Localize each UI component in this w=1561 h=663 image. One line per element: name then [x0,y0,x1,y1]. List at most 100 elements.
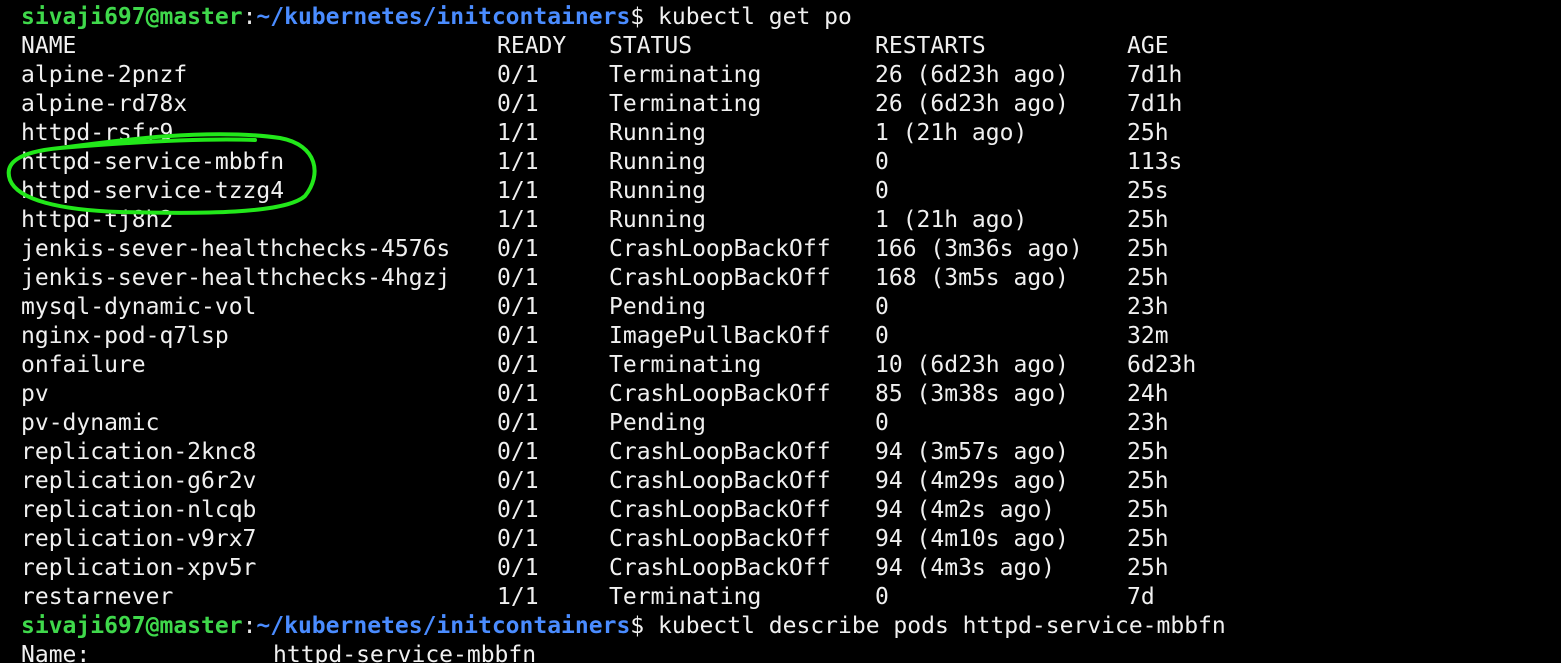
cell-age: 32m [1127,323,1169,349]
cell-status: Pending [609,294,706,320]
cell-restarts: 26 (6d23h ago) [875,62,1069,88]
cell-ready: 0/1 [497,410,539,436]
cell-status: Running [609,120,706,146]
table-row: httpd-service-mbbfn 1/1 Running 0 113s [0,148,1561,177]
cell-status: CrashLoopBackOff [609,265,831,291]
cell-age: 24h [1127,381,1169,407]
cell-age: 25h [1127,207,1169,233]
cell-restarts: 0 [875,323,889,349]
cell-restarts: 0 [875,178,889,204]
prompt-separator: : [242,613,257,639]
cell-status: Terminating [609,91,762,117]
prompt-user-host: sivaji697@master [21,613,243,639]
table-row: replication-nlcqb 0/1 CrashLoopBackOff 94 (… [0,496,1561,525]
cell-name: replication-xpv5r [21,555,257,581]
cell-age: 23h [1127,410,1169,436]
cell-status: Terminating [609,352,762,378]
cell-ready: 0/1 [497,236,539,262]
cell-name: mysql-dynamic-vol [21,294,257,320]
cell-name: jenkis-sever-healthchecks-4hgzj [21,265,451,291]
table-row: replication-g6r2v 0/1 CrashLoopBackOff 94 (… [0,467,1561,496]
cell-age: 7d1h [1127,62,1183,88]
table-row: alpine-2pnzf 0/1 Terminating 26 (6d23h ago)… [0,61,1561,90]
command-text: kubectl get po [658,4,852,30]
cell-age: 23h [1127,294,1169,320]
prompt-user-host: sivaji697@master [21,4,243,30]
cell-name: restarnever [21,584,174,610]
cell-age: 25s [1127,178,1169,204]
cell-restarts: 94 (4m29s ago) [875,468,1069,494]
cell-restarts: 166 (3m36s ago) [875,236,1083,262]
cell-status: Terminating [609,62,762,88]
cell-name: pv [21,381,49,407]
cell-restarts: 85 (3m38s ago) [875,381,1069,407]
cell-ready: 1/1 [497,149,539,175]
cell-age: 7d1h [1127,91,1183,117]
cell-status: Running [609,178,706,204]
describe-output-line: Name: httpd-service-mbbfn [0,641,1561,663]
cell-restarts: 0 [875,149,889,175]
cell-age: 25h [1127,120,1169,146]
table-row: replication-xpv5r 0/1 CrashLoopBackOff 94 (… [0,554,1561,583]
cell-status: ImagePullBackOff [609,323,831,349]
cell-ready: 0/1 [497,62,539,88]
cell-status: Running [609,207,706,233]
cell-ready: 0/1 [497,352,539,378]
cell-status: CrashLoopBackOff [609,497,831,523]
table-row: replication-v9rx7 0/1 CrashLoopBackOff 94 (… [0,525,1561,554]
command-text: kubectl describe pods httpd-service-mbbf… [658,613,1226,639]
cell-name: replication-g6r2v [21,468,257,494]
cell-ready: 0/1 [497,91,539,117]
prompt-line-1: sivaji697@master:~/kubernetes/initcontai… [21,3,852,32]
cell-status: Running [609,149,706,175]
cell-ready: 0/1 [497,555,539,581]
cell-ready: 1/1 [497,120,539,146]
cell-name: httpd-service-mbbfn [21,149,285,175]
cell-age: 6d23h [1127,352,1197,378]
table-row: pv-dynamic 0/1 Pending 0 23h [0,409,1561,438]
describe-value: httpd-service-mbbfn [273,642,537,663]
cell-ready: 0/1 [497,497,539,523]
cell-name: replication-v9rx7 [21,526,257,552]
cell-ready: 0/1 [497,468,539,494]
cell-status: Pending [609,410,706,436]
table-row: jenkis-sever-healthchecks-4576s 0/1 CrashL… [0,235,1561,264]
cell-age: 113s [1127,149,1183,175]
table-row: replication-2knc8 0/1 CrashLoopBackOff 94 (… [0,438,1561,467]
table-row: httpd-service-tzzg4 1/1 Running 0 25s [0,177,1561,206]
cell-restarts: 0 [875,294,889,320]
table-row: pv 0/1 CrashLoopBackOff 85 (3m38s ago) 24h [0,380,1561,409]
cell-age: 25h [1127,468,1169,494]
table-row: mysql-dynamic-vol 0/1 Pending 0 23h [0,293,1561,322]
header-restarts: RESTARTS [875,33,986,59]
cell-name: httpd-tj8h2 [21,207,174,233]
cell-ready: 0/1 [497,526,539,552]
cell-ready: 1/1 [497,207,539,233]
table-row: jenkis-sever-healthchecks-4hgzj 0/1 CrashL… [0,264,1561,293]
header-name: NAME [21,33,77,59]
table-row: httpd-rsfr9 1/1 Running 1 (21h ago) 25h [0,119,1561,148]
prompt-path: ~/kubernetes/initcontainers [256,4,631,30]
header-status: STATUS [609,33,693,59]
header-age: AGE [1127,33,1169,59]
prompt-separator: : [242,4,257,30]
describe-label: Name: [21,642,91,663]
terminal-window[interactable]: sivaji697@master:~/kubernetes/initcontai… [0,0,1561,663]
cell-name: onfailure [21,352,146,378]
table-header: NAME READY STATUS RESTARTS AGE [0,32,1561,61]
table-row: httpd-tj8h2 1/1 Running 1 (21h ago) 25h [0,206,1561,235]
cell-age: 25h [1127,236,1169,262]
table-row: nginx-pod-q7lsp 0/1 ImagePullBackOff 0 32m [0,322,1561,351]
cell-restarts: 0 [875,410,889,436]
prompt-symbol: $ [630,4,645,30]
cell-name: httpd-service-tzzg4 [21,178,285,204]
cell-restarts: 1 (21h ago) [875,207,1028,233]
cell-status: CrashLoopBackOff [609,526,831,552]
cell-age: 25h [1127,526,1169,552]
cell-age: 25h [1127,497,1169,523]
cell-restarts: 94 (4m3s ago) [875,555,1056,581]
cell-age: 25h [1127,439,1169,465]
cell-name: alpine-rd78x [21,91,188,117]
cell-ready: 0/1 [497,439,539,465]
cell-restarts: 26 (6d23h ago) [875,91,1069,117]
